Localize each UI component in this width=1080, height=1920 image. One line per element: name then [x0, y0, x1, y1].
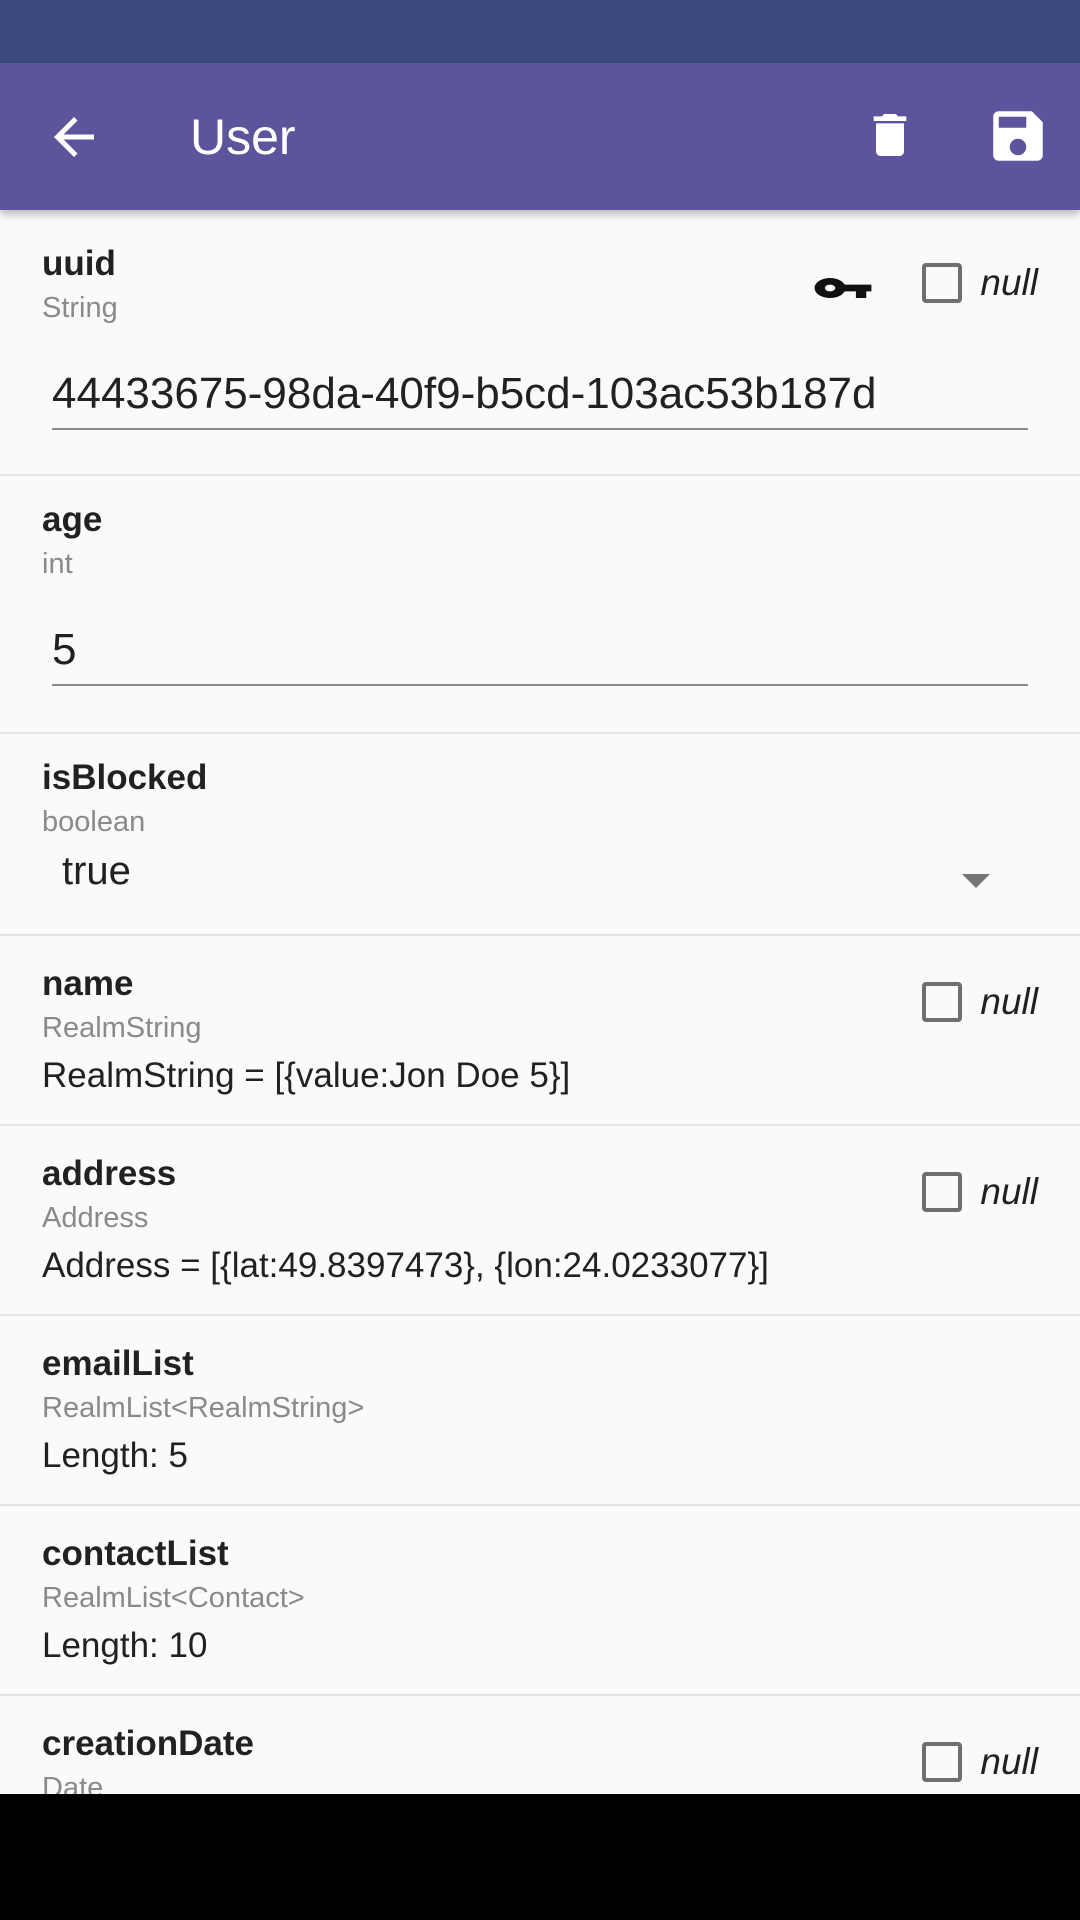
field-name: uuid — [42, 244, 116, 283]
null-label: null — [980, 981, 1038, 1022]
null-toggle[interactable]: null — [922, 258, 1038, 308]
field-name: age — [42, 500, 103, 539]
field-name: name — [42, 964, 134, 1003]
app-bar: User — [0, 63, 1080, 210]
field-name: creationDate — [42, 1724, 255, 1763]
field-name: isBlocked — [42, 758, 208, 797]
field-address: address Address Address = [{lat:49.83974… — [0, 1126, 1080, 1316]
field-type: RealmList<RealmString> — [42, 1392, 365, 1424]
field-isblocked: isBlocked boolean true — [0, 734, 1080, 936]
age-input[interactable]: 5 — [52, 622, 1028, 686]
key-icon — [814, 278, 872, 298]
uuid-input[interactable]: 44433675-98da-40f9-b5cd-103ac53b187d — [52, 366, 1028, 430]
field-value: Length: 5 — [42, 1436, 188, 1475]
page-title: User — [190, 109, 296, 165]
field-emaillist[interactable]: emailList RealmList<RealmString> Length:… — [0, 1316, 1080, 1506]
field-age: age int 5 — [0, 476, 1080, 734]
field-type: Address — [42, 1202, 149, 1234]
field-value[interactable]: RealmString = [{value:Jon Doe 5}] — [42, 1056, 570, 1096]
field-name: address — [42, 1154, 177, 1193]
field-value: Length: 10 — [42, 1626, 208, 1665]
navigation-bar — [0, 1794, 1080, 1920]
field-type: Date — [42, 1772, 104, 1794]
field-uuid: uuid String null 44433675-98da-40f9-b5cd… — [0, 210, 1080, 476]
field-contactlist[interactable]: contactList RealmList<Contact> Length: 1… — [0, 1506, 1080, 1696]
field-type: String — [42, 292, 118, 324]
null-label: null — [980, 262, 1038, 303]
field-list: uuid String null 44433675-98da-40f9-b5cd… — [0, 210, 1080, 1794]
field-type: int — [42, 548, 73, 580]
field-name-row: name RealmString RealmString = [{value:J… — [0, 936, 1080, 1126]
null-checkbox[interactable] — [922, 1172, 963, 1212]
null-toggle[interactable]: null — [922, 977, 1038, 1027]
null-toggle[interactable]: null — [922, 1737, 1038, 1787]
null-checkbox[interactable] — [922, 1742, 963, 1782]
isblocked-select[interactable]: true — [62, 846, 131, 896]
field-type: RealmList<Contact> — [42, 1582, 305, 1614]
null-label: null — [980, 1171, 1038, 1212]
save-icon[interactable] — [985, 103, 1051, 169]
null-toggle[interactable]: null — [922, 1167, 1038, 1217]
null-label: null — [980, 1741, 1038, 1782]
field-name: emailList — [42, 1344, 194, 1383]
delete-icon[interactable] — [862, 103, 918, 167]
arrow-back-icon[interactable] — [44, 107, 104, 167]
field-type: RealmString — [42, 1012, 202, 1044]
field-name: contactList — [42, 1534, 229, 1573]
null-checkbox[interactable] — [922, 263, 963, 303]
dropdown-caret-icon[interactable] — [962, 874, 990, 888]
field-value[interactable]: Address = [{lat:49.8397473}, {lon:24.023… — [42, 1246, 769, 1286]
field-type: boolean — [42, 806, 146, 838]
null-checkbox[interactable] — [922, 982, 963, 1022]
status-bar — [0, 0, 1080, 63]
field-creationdate: creationDate Date null — [0, 1696, 1080, 1794]
